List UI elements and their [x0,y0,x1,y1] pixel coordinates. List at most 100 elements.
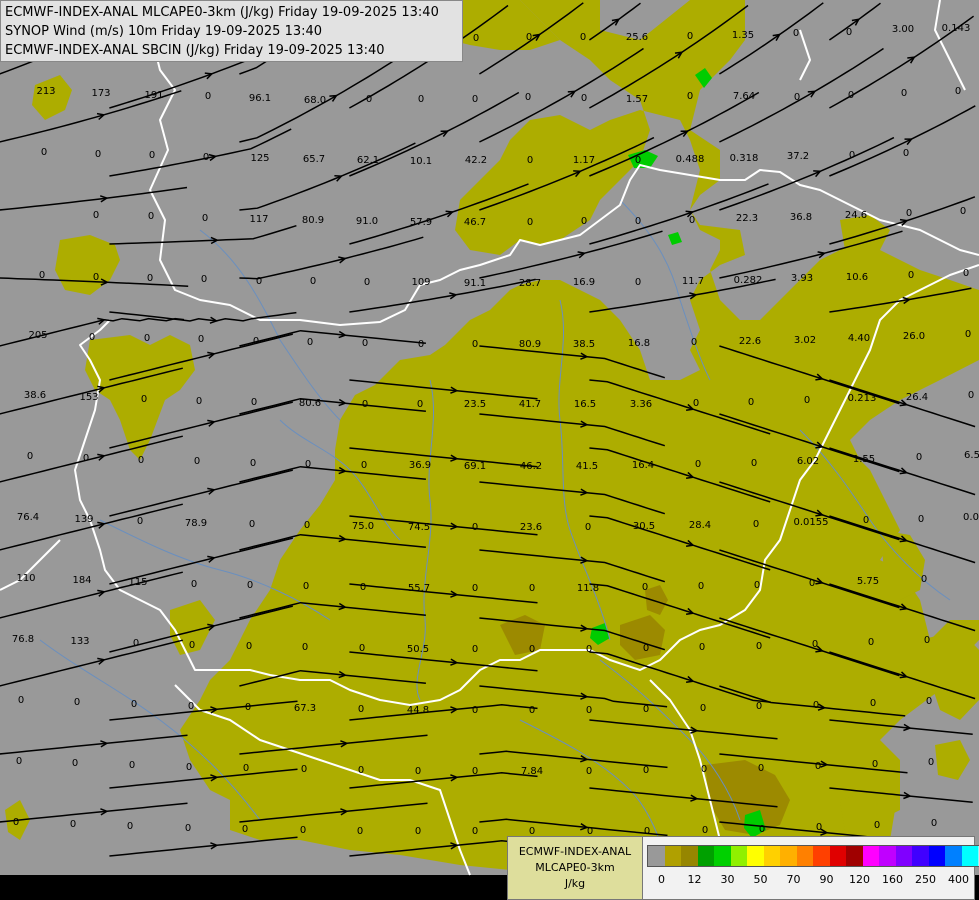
cin-value-label: 28.4 [689,520,711,531]
cin-value-label: 0 [759,824,765,835]
cin-value-label: 0 [70,819,76,830]
cin-value-label: 0 [250,458,256,469]
cin-value-label: 0 [147,273,153,284]
cin-value-label: 0 [918,514,924,525]
cin-value-label: 1.55 [853,454,875,465]
cin-value-label: 16.8 [628,338,650,349]
cin-value-label: 28.7 [519,278,541,289]
cin-value-label: 0 [243,763,249,774]
cin-value-label: 0 [302,642,308,653]
cin-value-label: 0 [360,582,366,593]
cin-value-label: 25.6 [626,32,648,43]
legend-swatch [697,846,714,866]
cin-value-label: 0 [41,147,47,158]
cin-value-label: 0 [415,826,421,837]
cin-value-label: 0 [928,757,934,768]
legend-tick-label: 50 [753,873,768,886]
cin-value-label: 0 [188,701,194,712]
cin-value-label: 50.5 [407,644,429,655]
cin-value-label: 46.7 [464,217,486,228]
cin-value-label: 3.00 [892,24,914,35]
cin-value-label: 3.93 [791,273,813,284]
legend-swatch [928,846,945,866]
cin-value-label: 0 [310,276,316,287]
cin-value-label: 0 [473,33,479,44]
legend-unit: J/kg [564,877,586,890]
legend-swatch [829,846,846,866]
cin-value-label: 0 [472,522,478,533]
cin-value-label: 115 [128,577,147,588]
cin-value-label: 0 [863,515,869,526]
cin-value-label: 0 [581,216,587,227]
cin-value-label: 91.1 [464,278,486,289]
cin-value-label: 0 [965,329,971,340]
cin-value-label: 0 [527,217,533,228]
cin-value-label: 0 [586,766,592,777]
cin-value-label: 0 [756,701,762,712]
cin-value-label: 153 [79,392,98,403]
cin-value-label: 0 [366,94,372,105]
cin-value-label: 0 [926,696,932,707]
legend-swatch [895,846,912,866]
cin-value-label: 0 [901,88,907,99]
cin-value-label: 0 [695,459,701,470]
cin-value-label: 0 [815,761,821,772]
cin-value-label: 0 [643,704,649,715]
cin-value-label: 0 [93,272,99,283]
color-legend: ECMWF-INDEX-ANAL MLCAPE0-3km J/kg 0 12 30 5… [507,836,979,900]
cin-value-label: 22.6 [739,336,761,347]
cin-value-label: 0 [137,516,143,527]
cin-value-label: 69.1 [464,461,486,472]
cin-value-label: 0 [849,150,855,161]
cin-value-label: 0 [364,277,370,288]
legend-swatch [780,846,797,866]
cin-value-label: 0 [635,277,641,288]
legend-tick-label: 120 [849,873,870,886]
cin-value-label: 0 [72,758,78,769]
cin-value-label: 7.64 [733,91,755,102]
cin-value-label: 5.75 [857,576,879,587]
cin-value-label: 0.488 [676,154,705,165]
cin-value-label: 75.0 [352,521,374,532]
cin-value-label: 0 [361,460,367,471]
cin-value-label: 0 [816,822,822,833]
cin-value-label: 0 [249,519,255,530]
legend-swatch [912,846,929,866]
cin-value-label: 0 [903,148,909,159]
cin-value-label: 23.5 [464,399,486,410]
cin-value-label: 0 [581,93,587,104]
cin-value-label: 0 [39,270,45,281]
cin-value-label: 0 [301,764,307,775]
cin-value-label: 0 [472,766,478,777]
cin-value-label: 0 [753,519,759,530]
cin-value-label: 0 [186,762,192,773]
cin-value-label: 26.4 [906,392,928,403]
cin-value-label: 0 [417,399,423,410]
cin-value-label: 0 [307,337,313,348]
cin-value-label: 7.84 [521,766,543,777]
cin-value-label: 16.5 [574,399,596,410]
cin-value-label: 110 [16,573,35,584]
cin-value-label: 173 [91,88,110,99]
legend-tick-label: 12 [687,873,702,886]
legend-swatch [664,846,681,866]
cin-value-label: 0 [358,704,364,715]
cin-value-label: 0 [189,640,195,651]
cin-value-label: 0 [251,397,257,408]
cin-value-label: 0 [870,698,876,709]
cin-value-label: 0 [968,390,974,401]
legend-swatch [681,846,698,866]
title-line-mlcape: ECMWF-INDEX-ANAL MLCAPE0-3km (J/kg) Frid… [5,5,439,20]
cin-value-label: 23.6 [520,522,542,533]
cin-value-label: 0 [191,579,197,590]
cin-value-label: 0 [700,703,706,714]
cin-value-label: 0 [127,821,133,832]
cin-value-label: 0 [701,764,707,775]
cin-value-label: 11.8 [577,583,599,594]
cin-value-label: 0 [359,643,365,654]
cin-value-label: 109 [411,277,430,288]
legend-swatch [813,846,830,866]
cin-value-label: 0 [529,705,535,716]
cin-value-label: 125 [250,153,269,164]
cin-value-label: 0 [95,149,101,160]
